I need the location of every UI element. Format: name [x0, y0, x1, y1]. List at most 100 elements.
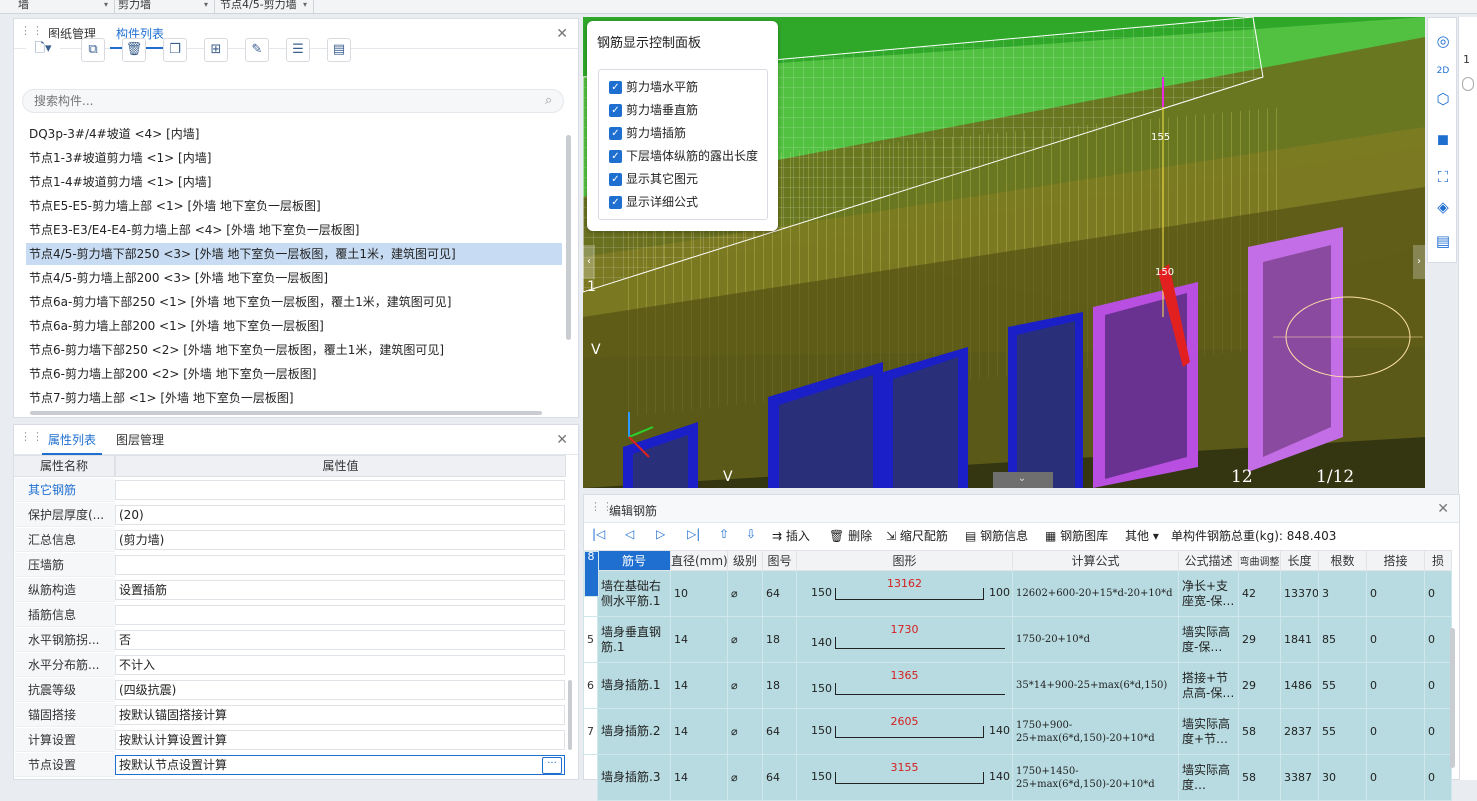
table-row[interactable]: 6 墙身插筋.1 14 ⌀ 18 150 1365 35*14+900-25+m… — [583, 662, 1452, 709]
table-row-selected[interactable]: 8 墙身插筋.3 14 ⌀ 64 150 3155 140 1750+1450-… — [583, 550, 1452, 801]
col-header[interactable]: 直径(mm) — [670, 550, 728, 571]
document-icon[interactable]: ▤ — [1432, 230, 1454, 252]
count-cell[interactable]: 3 — [1318, 570, 1367, 617]
table-scrollbar[interactable] — [1450, 628, 1455, 768]
shape-cell[interactable]: 140 1730 — [796, 616, 1013, 663]
figure-no-cell[interactable]: 64 — [762, 570, 797, 617]
grade-cell[interactable]: ⌀ — [727, 570, 763, 617]
list-item[interactable]: 节点6-剪力墙下部250 <2> [外墙 地下室负一层板图，覆土1米，建筑图可见… — [26, 339, 562, 361]
list-item[interactable]: 节点4/5-剪力墙上部200 <3> [外墙 地下室负一层板图] — [26, 267, 562, 289]
col-header[interactable]: 搭接 — [1366, 550, 1425, 571]
formula-cell[interactable]: 12602+600-20+15*d-20+10*d — [1012, 570, 1179, 617]
list-item[interactable]: DQ3p-3#/4#坡道 <4> [内墙] — [26, 123, 562, 145]
property-value[interactable] — [115, 555, 565, 575]
drag-handle-icon[interactable]: ⋮⋮ — [20, 431, 43, 447]
count-cell[interactable]: 30 — [1318, 754, 1367, 801]
diameter-cell[interactable]: 14 — [670, 616, 728, 663]
list-item[interactable]: 节点E3-E3/E4-E4-剪力墙上部 <4> [外墙 地下室负一层板图] — [26, 219, 562, 241]
last-record-icon[interactable]: ▷| — [687, 527, 700, 541]
shape-cell[interactable]: 150 13162 100 — [796, 570, 1013, 617]
grade-cell[interactable]: ⌀ — [727, 708, 763, 755]
table-row[interactable]: 5 墙身垂直钢筋.1 14 ⌀ 18 140 1730 1750-20+10*d… — [583, 616, 1452, 663]
layer-view-icon[interactable]: ◈ — [1432, 196, 1454, 218]
loss-cell[interactable]: 0 — [1424, 570, 1452, 617]
new-component-button[interactable]: 🗋▾ — [26, 38, 60, 62]
edge-toggle-icon[interactable] — [1462, 77, 1474, 91]
count-cell[interactable]: 85 — [1318, 616, 1367, 663]
property-value[interactable]: (剪力墙) — [115, 530, 565, 550]
checkbox-wall-vertical-rebar[interactable]: 剪力墙垂直筋 — [609, 100, 769, 120]
lap-cell[interactable]: 0 — [1366, 570, 1425, 617]
list-item[interactable]: 节点7-剪力墙上部 <1> [外墙 地下室负一层板图] — [26, 387, 562, 409]
formula-desc-cell[interactable]: 墙实际高度… — [1178, 754, 1239, 801]
formula-cell[interactable]: 1750-20+10*d — [1012, 616, 1179, 663]
property-value[interactable] — [115, 480, 565, 500]
length-cell[interactable]: 3387 — [1280, 754, 1319, 801]
checkbox-lower-exposed-length[interactable]: 下层墙体纵筋的露出长度 — [609, 146, 769, 166]
col-header[interactable]: 筋号 — [597, 550, 671, 571]
extract-button[interactable]: ⊞ — [204, 38, 228, 62]
checkbox-show-other-elements[interactable]: 显示其它图元 — [609, 169, 769, 189]
col-header[interactable]: 损 — [1424, 550, 1452, 571]
copy-layer-button[interactable]: ❐ — [163, 38, 187, 62]
property-name[interactable]: 其它钢筋 — [15, 478, 115, 502]
close-icon[interactable]: ✕ — [1437, 501, 1449, 517]
delete-button[interactable]: 🗑 删除 — [829, 528, 872, 544]
chevron-down-icon[interactable]: ⌄ — [1011, 473, 1033, 485]
bend-cell[interactable]: 29 — [1238, 616, 1281, 663]
grade-cell[interactable]: ⌀ — [727, 754, 763, 801]
checkbox-wall-dowel-rebar[interactable]: 剪力墙插筋 — [609, 123, 769, 143]
formula-desc-cell[interactable]: 墙实际高度-保… — [1178, 616, 1239, 663]
view-2d-icon[interactable]: 2D — [1432, 60, 1454, 82]
property-value[interactable]: (四级抗震) — [115, 680, 565, 700]
loss-cell[interactable]: 0 — [1424, 708, 1452, 755]
loss-cell[interactable]: 0 — [1424, 616, 1452, 663]
first-record-icon[interactable]: |◁ — [592, 527, 605, 541]
shape-cell[interactable]: 150 1365 — [796, 662, 1013, 709]
rebar-name-cell[interactable]: 墙在基础右侧水平筋.1 — [597, 570, 671, 617]
orbit-icon[interactable]: ◎ — [1432, 30, 1454, 52]
move-up-icon[interactable]: ⇧ — [719, 527, 729, 541]
property-value[interactable]: 不计入 — [115, 655, 565, 675]
category-select[interactable]: 墙 ▾ — [0, 0, 115, 14]
other-menu-button[interactable]: 其他 ▾ — [1125, 528, 1159, 544]
checkbox-wall-horizontal-rebar[interactable]: 剪力墙水平筋 — [609, 77, 769, 97]
formula-desc-cell[interactable]: 净长+支座宽-保… — [1178, 570, 1239, 617]
col-header[interactable]: 计算公式 — [1012, 550, 1179, 571]
figure-no-cell[interactable]: 18 — [762, 616, 797, 663]
edit-button[interactable]: ✎ — [245, 38, 269, 62]
collapse-left-icon[interactable]: ‹ — [583, 245, 595, 279]
shape-cell[interactable]: 150 3155 140 — [796, 754, 1013, 801]
property-view-button[interactable]: ▤ — [327, 38, 351, 62]
col-header[interactable]: 级别 — [727, 550, 763, 571]
component-select[interactable]: 节点4/5-剪力墙 ▾ — [202, 0, 314, 14]
rebar-name-cell[interactable]: 墙身插筋.3 — [597, 754, 671, 801]
copy-component-button[interactable]: ⧉ — [81, 38, 105, 62]
length-cell[interactable]: 1486 — [1280, 662, 1319, 709]
lap-cell[interactable]: 0 — [1366, 662, 1425, 709]
bend-cell[interactable]: 58 — [1238, 708, 1281, 755]
cube-solid-icon[interactable]: ◼ — [1432, 128, 1454, 150]
figure-no-cell[interactable]: 64 — [762, 708, 797, 755]
row-number[interactable]: 6 — [583, 662, 598, 709]
rebar-name-cell[interactable]: 墙身插筋.2 — [597, 708, 671, 755]
tab-layer-management[interactable]: 图层管理 — [110, 425, 170, 455]
formula-desc-cell[interactable]: 搭接+节点高-保… — [1178, 662, 1239, 709]
count-cell[interactable]: 55 — [1318, 662, 1367, 709]
rebar-name-cell[interactable]: 墙身垂直钢筋.1 — [597, 616, 671, 663]
cube-view-icon[interactable]: ⬡ — [1432, 88, 1454, 110]
property-value[interactable]: 按默认计算设置计算 — [115, 730, 565, 750]
list-scrollbar[interactable] — [566, 135, 571, 340]
length-cell[interactable]: 2837 — [1280, 708, 1319, 755]
table-row[interactable]: 4 墙在基础右侧水平筋.1 10 ⌀ 64 150 13162 100 1260… — [583, 570, 1452, 617]
length-cell[interactable]: 1841 — [1280, 616, 1319, 663]
bend-cell[interactable]: 58 — [1238, 754, 1281, 801]
col-header[interactable]: 图号 — [762, 550, 797, 571]
formula-cell[interactable]: 1750+1450-25+max(6*d,150)-20+10*d — [1012, 754, 1179, 801]
type-select[interactable]: 剪力墙 ▾ — [100, 0, 215, 14]
loss-cell[interactable]: 0 — [1424, 662, 1452, 709]
diameter-cell[interactable]: 14 — [670, 662, 728, 709]
row-number[interactable]: 8 — [583, 550, 599, 597]
delete-component-button[interactable]: 🗑 — [122, 38, 146, 62]
rebar-info-button[interactable]: ▤ 钢筋信息 — [965, 528, 1028, 544]
